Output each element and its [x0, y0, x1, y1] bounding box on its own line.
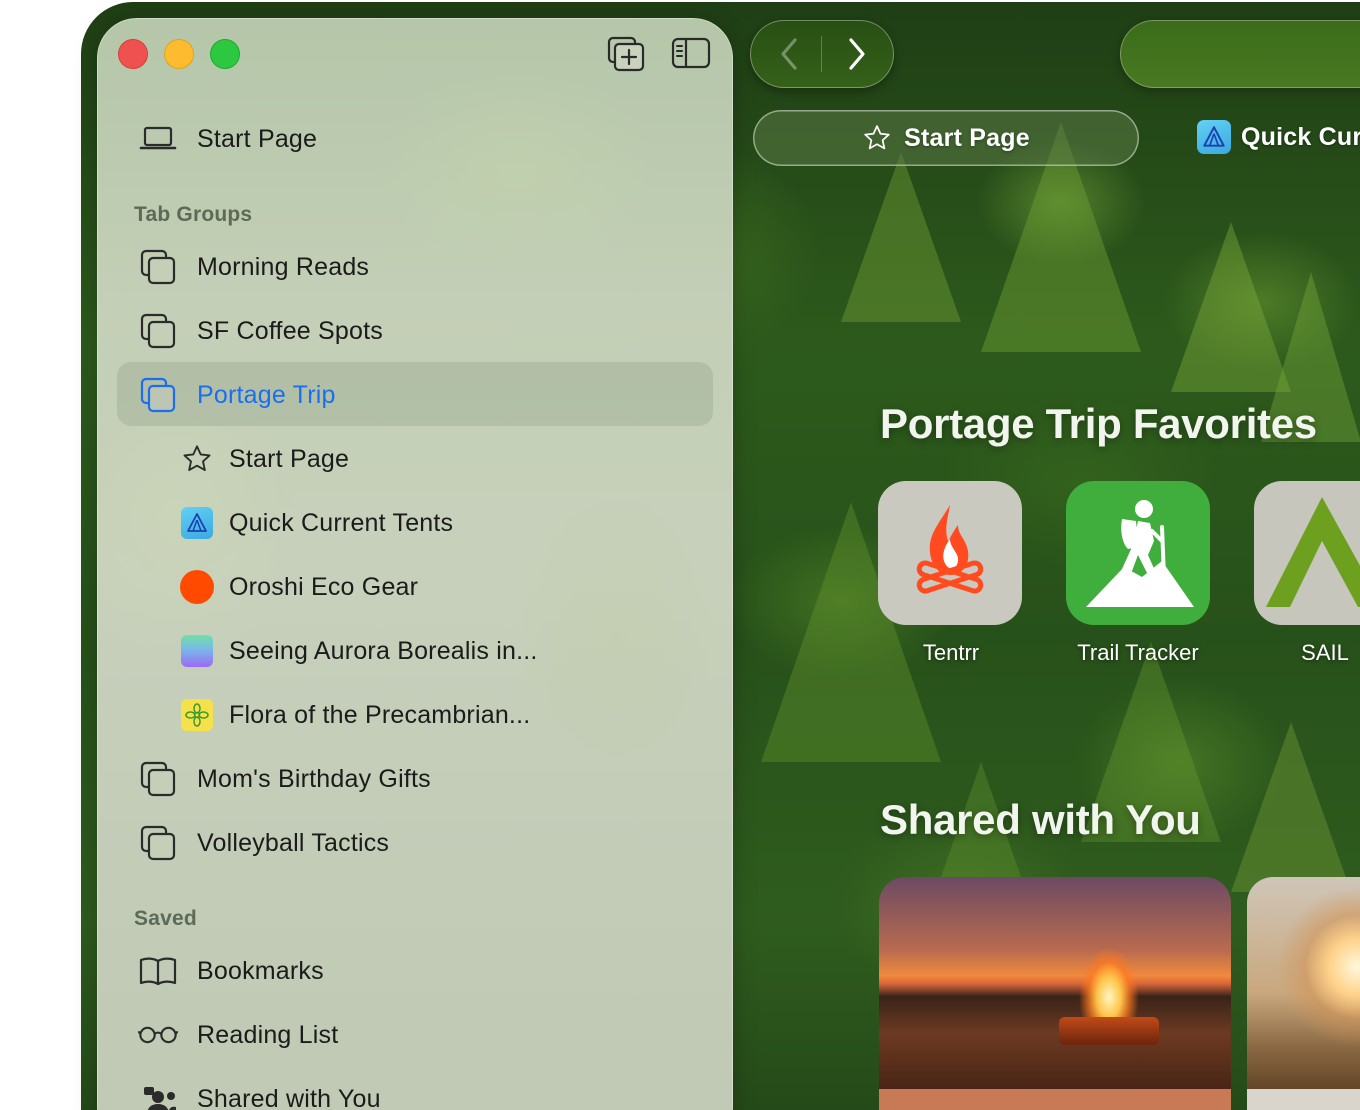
nav-divider	[821, 36, 822, 72]
sidebar	[97, 18, 733, 1110]
favorite-trail-tracker[interactable]	[1066, 481, 1210, 625]
favorite-label: Trail Tracker	[1077, 640, 1199, 665]
shared-card-campfire[interactable]	[879, 877, 1231, 1110]
card-caption-bar	[1247, 1089, 1360, 1110]
sunset-photo	[1247, 877, 1360, 1110]
close-window-button[interactable]	[118, 39, 148, 69]
sidebar-item-label: Shared with You	[197, 1084, 381, 1110]
sail-logo-icon	[1266, 497, 1360, 607]
back-button[interactable]	[764, 34, 814, 74]
tab-group-icon	[138, 759, 178, 799]
campfire-icon	[916, 505, 984, 594]
sidebar-item-label: Morning Reads	[197, 252, 370, 281]
sidebar-item-label: Flora of the Precambrian...	[229, 700, 531, 729]
card-caption-bar	[879, 1089, 1231, 1110]
sidebar-item-label: Mom's Birthday Gifts	[197, 764, 431, 793]
sidebar-item-label: Portage Trip	[197, 380, 336, 409]
sidebar-item-label: SF Coffee Spots	[197, 316, 383, 345]
sidebar-item-label: Oroshi Eco Gear	[229, 572, 419, 601]
sidebar-item-label: Volleyball Tactics	[197, 828, 390, 857]
favorite-sail[interactable]	[1254, 481, 1360, 625]
favorite-label: Tentrr	[922, 640, 980, 665]
navigation-buttons	[750, 20, 894, 88]
sidebar-item-label: Quick Current Tents	[229, 508, 454, 537]
minimize-window-button[interactable]	[164, 39, 194, 69]
tab-group-icon	[138, 375, 178, 415]
chevron-left-icon	[781, 38, 797, 70]
forward-button[interactable]	[832, 34, 882, 74]
tent-favicon	[181, 507, 213, 539]
favorite-label: SAIL	[1301, 640, 1349, 665]
sidebar-item-label: Bookmarks	[197, 956, 324, 985]
tab-group-icon	[138, 823, 178, 863]
sidebar-toggle-icon	[671, 37, 711, 69]
tab-groups-header: Tab Groups	[134, 203, 253, 226]
flower-favicon	[181, 699, 213, 731]
tab-label: Quick Cur	[1241, 122, 1360, 151]
star-icon	[177, 439, 217, 479]
shared-heading: Shared with You	[880, 796, 1201, 843]
favorite-tentrr[interactable]	[878, 481, 1022, 625]
tab-start-page[interactable]: Start Page	[753, 110, 1139, 166]
tab-group-icon	[138, 311, 178, 351]
tab-quick-current-tents[interactable]: Quick Cur	[1197, 120, 1360, 154]
gradient-favicon	[181, 635, 213, 667]
book-icon	[138, 951, 178, 991]
laptop-icon	[138, 119, 178, 159]
star-icon	[864, 125, 890, 150]
zoom-window-button[interactable]	[210, 39, 240, 69]
campfire-photo	[879, 877, 1231, 1110]
sidebar-item-label: Start Page	[197, 124, 318, 153]
tent-favicon	[1197, 120, 1231, 154]
tab-group-icon	[138, 247, 178, 287]
address-bar[interactable]	[1120, 20, 1360, 88]
people-icon	[138, 1079, 178, 1110]
forest-tree	[1231, 722, 1351, 892]
favorites-heading: Portage Trip Favorites	[880, 400, 1317, 447]
saved-header: Saved	[134, 907, 197, 930]
forest-tree	[841, 152, 961, 322]
sidebar-item-label: Start Page	[229, 444, 350, 473]
campfire-logs	[1059, 1017, 1159, 1045]
hiker-icon	[1086, 500, 1194, 607]
shared-card-sunset[interactable]	[1247, 877, 1360, 1110]
chevron-right-icon	[849, 38, 865, 70]
new-tab-group-icon	[607, 36, 645, 72]
sidebar-item-label: Reading List	[197, 1020, 339, 1049]
orange-circle-favicon	[180, 570, 214, 604]
new-tab-group-button[interactable]	[607, 36, 645, 72]
glasses-icon	[138, 1015, 178, 1055]
sidebar-toggle-button[interactable]	[671, 36, 711, 72]
sidebar-item-label: Seeing Aurora Borealis in...	[229, 636, 538, 665]
tab-label: Start Page	[904, 123, 1030, 152]
